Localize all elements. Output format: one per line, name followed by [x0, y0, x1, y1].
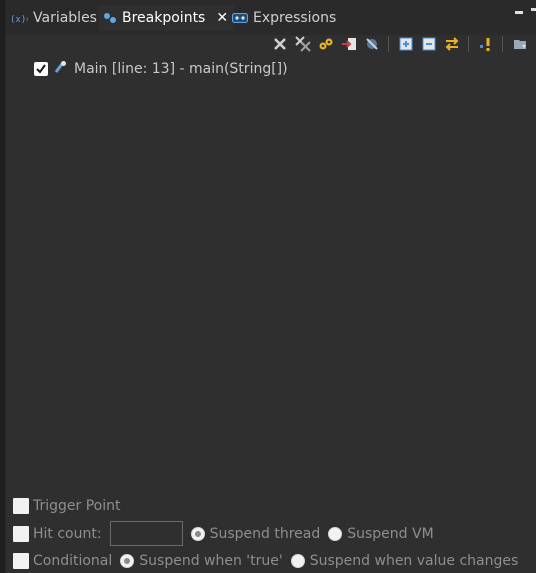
suspend-thread-label: Suspend thread [209, 525, 321, 542]
breakpoint-label: Main [line: 13] - main(String[]) [74, 61, 288, 77]
suspend-vm-radio[interactable] [328, 526, 343, 541]
suspend-when-value-changes-radio[interactable] [290, 554, 305, 568]
tab-variables[interactable]: (x)= Variables [6, 5, 103, 31]
toolbar-separator [388, 36, 389, 52]
hit-count-checkbox[interactable] [13, 525, 29, 542]
breakpoint-item[interactable]: Main [line: 13] - main(String[]) [34, 59, 288, 79]
breakpoints-view: (x)= Variables Breakpoints ✕ [5, 0, 536, 573]
suspend-when-true-radio[interactable] [120, 554, 135, 568]
maximize-icon[interactable] [531, 8, 536, 16]
expand-all-icon[interactable] [396, 35, 415, 54]
tab-expressions-label: Expressions [253, 10, 337, 26]
tab-variables-label: Variables [33, 10, 97, 26]
conditional-label: Conditional [33, 553, 113, 569]
collapse-all-icon[interactable] [419, 35, 438, 54]
tab-breakpoints[interactable]: Breakpoints ✕ [99, 5, 235, 31]
tab-breakpoints-label: Breakpoints [122, 10, 206, 26]
suspend-when-value-changes-label: Suspend when value changes [309, 553, 519, 569]
view-menu-icon[interactable] [510, 35, 529, 54]
trigger-point-row: Trigger Point [13, 498, 121, 514]
go-to-file-icon[interactable] [339, 35, 358, 54]
trigger-point-label: Trigger Point [33, 498, 121, 514]
variables-icon: (x)= [10, 12, 28, 24]
expressions-icon [232, 12, 248, 24]
close-icon[interactable]: ✕ [216, 11, 228, 25]
hit-count-row: Hit count: Suspend thread Suspend VM [13, 521, 434, 546]
view-toolbar [270, 34, 529, 54]
toolbar-separator [502, 36, 503, 52]
hit-count-label: Hit count: [33, 525, 102, 542]
trigger-point-checkbox[interactable] [13, 498, 29, 514]
view-tab-bar: (x)= Variables Breakpoints ✕ [6, 0, 536, 35]
toolbar-separator [468, 36, 469, 52]
svg-text:(x)=: (x)= [10, 15, 28, 24]
line-breakpoint-icon [54, 60, 68, 78]
suspend-thread-radio[interactable] [190, 526, 205, 541]
remove-selected-breakpoints-icon[interactable] [270, 35, 289, 54]
add-java-exception-breakpoint-icon[interactable] [476, 35, 495, 54]
suspend-vm-label: Suspend VM [347, 525, 434, 542]
conditional-checkbox[interactable] [13, 553, 29, 569]
breakpoint-enabled-checkbox[interactable] [34, 62, 48, 76]
remove-all-breakpoints-icon[interactable] [293, 35, 312, 54]
breakpoints-icon [103, 12, 117, 24]
hit-count-input[interactable] [109, 521, 183, 546]
skip-all-breakpoints-icon[interactable] [362, 35, 381, 54]
link-with-debug-view-icon[interactable] [442, 35, 461, 54]
minimize-icon[interactable] [515, 11, 523, 14]
conditional-row: Conditional Suspend when 'true' Suspend … [13, 553, 518, 569]
show-breakpoints-supported-icon[interactable] [316, 35, 335, 54]
tab-expressions[interactable]: Expressions [228, 5, 342, 31]
suspend-when-true-label: Suspend when 'true' [139, 553, 283, 569]
